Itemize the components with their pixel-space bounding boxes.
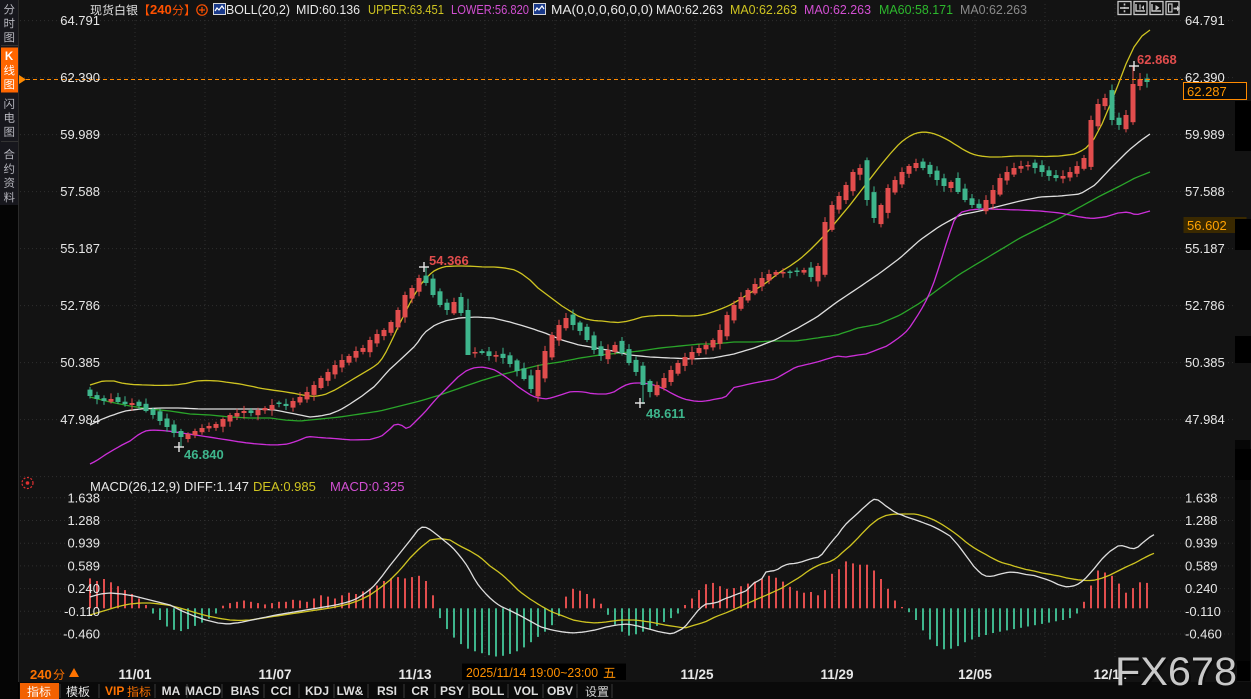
svg-text:MACD:0.325: MACD:0.325 bbox=[330, 479, 404, 494]
svg-text:50.385: 50.385 bbox=[60, 355, 100, 370]
svg-text:11/25: 11/25 bbox=[680, 667, 714, 682]
svg-text:MA0:62.263: MA0:62.263 bbox=[960, 2, 1027, 17]
svg-text:59.989: 59.989 bbox=[1185, 127, 1225, 142]
svg-text:MA: MA bbox=[162, 684, 181, 698]
svg-text:-0.110: -0.110 bbox=[64, 604, 100, 619]
svg-text:FX678: FX678 bbox=[1115, 650, 1237, 694]
svg-text:12/05: 12/05 bbox=[958, 667, 992, 682]
svg-text:MID:60.136: MID:60.136 bbox=[296, 2, 360, 17]
svg-text:MACD: MACD bbox=[185, 684, 221, 698]
svg-text:57.588: 57.588 bbox=[60, 184, 100, 199]
svg-text:DEA:0.985: DEA:0.985 bbox=[253, 479, 316, 494]
svg-text:54.366: 54.366 bbox=[429, 253, 469, 268]
svg-text:62.390: 62.390 bbox=[60, 70, 100, 85]
svg-text:RSI: RSI bbox=[377, 684, 397, 698]
svg-text:1.638: 1.638 bbox=[1185, 490, 1218, 505]
svg-text:62.868: 62.868 bbox=[1137, 52, 1177, 67]
svg-text:11/07: 11/07 bbox=[258, 667, 291, 682]
svg-text:MA60:58.171: MA60:58.171 bbox=[879, 2, 953, 17]
svg-text:46.840: 46.840 bbox=[184, 447, 224, 462]
svg-text:LOWER:56.820: LOWER:56.820 bbox=[451, 2, 529, 17]
svg-text:47.984: 47.984 bbox=[1185, 412, 1225, 427]
svg-text:1.288: 1.288 bbox=[67, 513, 100, 528]
svg-text:2025/11/14 19:00~23:00: 2025/11/14 19:00~23:00 bbox=[466, 665, 598, 680]
svg-text:0.939: 0.939 bbox=[67, 536, 100, 551]
svg-text:0.240: 0.240 bbox=[67, 581, 100, 596]
svg-text:52.786: 52.786 bbox=[1185, 298, 1225, 313]
svg-text:0.589: 0.589 bbox=[67, 558, 100, 573]
svg-text:LW&: LW& bbox=[337, 684, 364, 698]
svg-text:MA(0,0,0,60,0,0): MA(0,0,0,60,0,0) bbox=[551, 2, 653, 17]
svg-text:VOL: VOL bbox=[514, 684, 539, 698]
svg-text:K: K bbox=[5, 51, 14, 63]
svg-text:48.611: 48.611 bbox=[646, 406, 685, 421]
svg-text:57.588: 57.588 bbox=[1185, 184, 1225, 199]
svg-text:11/29: 11/29 bbox=[820, 667, 853, 682]
svg-text:VIP: VIP bbox=[105, 684, 124, 698]
svg-text:240: 240 bbox=[150, 2, 172, 17]
svg-text:0.240: 0.240 bbox=[1185, 581, 1218, 596]
svg-text:MA0:62.263: MA0:62.263 bbox=[656, 2, 723, 17]
svg-text:52.786: 52.786 bbox=[60, 298, 100, 313]
svg-text:11/13: 11/13 bbox=[398, 667, 432, 682]
svg-text:240: 240 bbox=[30, 667, 52, 682]
svg-text:MA0:62.263: MA0:62.263 bbox=[730, 2, 797, 17]
svg-text:64.791: 64.791 bbox=[1185, 13, 1225, 28]
svg-text:CR: CR bbox=[411, 684, 429, 698]
svg-text:CCI: CCI bbox=[271, 684, 292, 698]
svg-text:50.385: 50.385 bbox=[1185, 355, 1225, 370]
svg-text:-0.110: -0.110 bbox=[1185, 604, 1221, 619]
svg-text:55.187: 55.187 bbox=[60, 241, 100, 256]
svg-text:0.939: 0.939 bbox=[1185, 536, 1218, 551]
svg-text:OBV: OBV bbox=[547, 684, 573, 698]
svg-text:UPPER:63.451: UPPER:63.451 bbox=[368, 2, 444, 17]
svg-text:PSY: PSY bbox=[440, 684, 464, 698]
svg-text:11/01: 11/01 bbox=[118, 667, 152, 682]
svg-text:MACD(26,12,9) DIFF:1.147: MACD(26,12,9) DIFF:1.147 bbox=[90, 479, 249, 494]
svg-text:BIAS: BIAS bbox=[231, 684, 260, 698]
svg-text:BOLL: BOLL bbox=[472, 684, 505, 698]
svg-text:59.989: 59.989 bbox=[60, 127, 100, 142]
svg-text:-0.460: -0.460 bbox=[63, 627, 100, 642]
svg-text:56.602: 56.602 bbox=[1187, 218, 1227, 233]
svg-text:-0.460: -0.460 bbox=[1185, 627, 1222, 642]
svg-text:62.287: 62.287 bbox=[1187, 84, 1227, 99]
svg-text:55.187: 55.187 bbox=[1185, 241, 1225, 256]
svg-text:1.288: 1.288 bbox=[1185, 513, 1218, 528]
svg-text:47.984: 47.984 bbox=[60, 412, 100, 427]
svg-text:BOLL(20,2): BOLL(20,2) bbox=[226, 2, 290, 17]
svg-text:64.791: 64.791 bbox=[60, 13, 100, 28]
svg-text:0.589: 0.589 bbox=[1185, 558, 1218, 573]
svg-text:MA0:62.263: MA0:62.263 bbox=[804, 2, 871, 17]
svg-text:KDJ: KDJ bbox=[305, 684, 329, 698]
